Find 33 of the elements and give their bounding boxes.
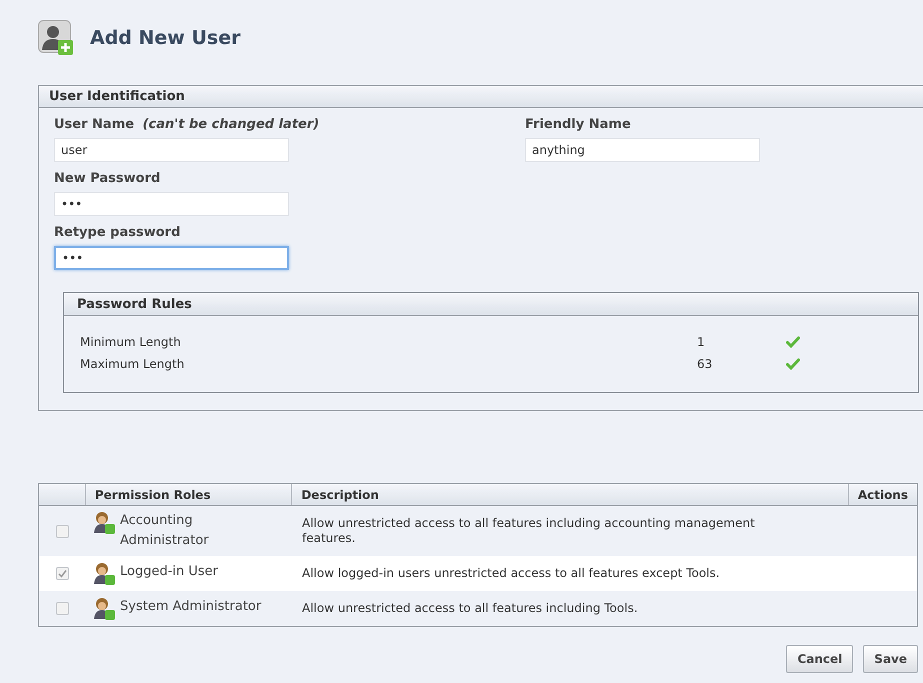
checkbox[interactable] <box>56 602 69 615</box>
role-name: System Administrator <box>120 598 262 616</box>
panel-title: Password Rules <box>64 293 918 316</box>
text-field[interactable]: user <box>54 138 289 162</box>
role-name: Logged-in User <box>120 562 218 580</box>
text-field[interactable]: ••• <box>54 192 289 216</box>
rule-value: 1 <box>697 334 706 351</box>
checkbox[interactable] <box>56 567 69 580</box>
field-label: User Name (can't be changed later) <box>54 116 320 134</box>
text-field[interactable]: anything <box>525 138 760 162</box>
page-title: Add New User <box>90 26 240 51</box>
field-label: Friendly Name <box>525 116 632 134</box>
role-description: Allow logged-in users unrestricted access to all features except Tools. <box>302 566 721 581</box>
column-header: Permission Roles <box>86 484 292 505</box>
add-user-icon <box>38 20 74 56</box>
rule-value: 63 <box>697 356 714 373</box>
rule-name: Maximum Length <box>80 356 186 373</box>
user-role-icon <box>92 511 116 535</box>
field-label: Retype password <box>54 224 182 242</box>
column-header: Actions <box>856 487 909 504</box>
column-header: Description <box>292 484 849 505</box>
user-role-icon <box>92 562 116 586</box>
role-name: Accounting Administrator <box>120 512 210 550</box>
role-description: Allow unrestricted access to all features including accounting management features. <box>302 516 756 546</box>
rule-name: Minimum Length <box>80 334 182 351</box>
panel-title: User Identification <box>39 86 923 108</box>
button[interactable]: Cancel <box>786 645 854 673</box>
button[interactable]: Save <box>863 645 918 673</box>
user-role-icon <box>92 596 116 620</box>
checkbox[interactable] <box>56 524 69 538</box>
role-description: Allow unrestricted access to all features including Tools. <box>302 601 639 616</box>
text-field[interactable]: ••• <box>54 246 289 270</box>
field-label: New Password <box>54 170 162 188</box>
